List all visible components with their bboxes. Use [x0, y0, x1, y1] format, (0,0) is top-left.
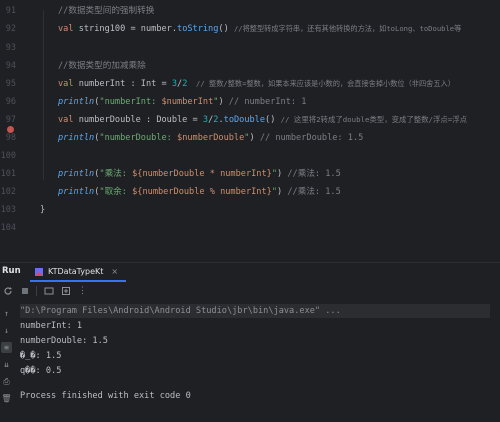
- code-template: $numberDouble: [177, 133, 245, 143]
- run-panel-header: Run KTDataTypeKt ×: [0, 262, 500, 282]
- stop-icon[interactable]: [19, 286, 30, 297]
- code-comment: // numberInt: 1: [228, 97, 307, 107]
- code-line[interactable]: println("乘法: ${numberDouble * numberInt}…: [58, 167, 341, 181]
- close-icon[interactable]: ×: [111, 267, 118, 276]
- print-icon[interactable]: ⎙: [1, 376, 12, 387]
- code-line[interactable]: }: [40, 203, 45, 217]
- run-config-tab[interactable]: KTDataTypeKt ×: [30, 263, 127, 282]
- code-comment: // numberDouble: 1.5: [259, 133, 364, 143]
- down-arrow-icon[interactable]: ↓: [1, 325, 12, 336]
- line-number: 93: [5, 43, 16, 53]
- line-number: 91: [5, 6, 16, 16]
- up-arrow-icon[interactable]: ↑: [1, 308, 12, 319]
- line-number: 102: [0, 187, 16, 197]
- line-number: 97: [5, 115, 16, 125]
- breakpoint-icon[interactable]: [7, 126, 14, 133]
- console-line: q��: 0.5: [20, 366, 62, 376]
- code-text: ): [277, 187, 288, 197]
- rerun-icon[interactable]: [2, 286, 13, 297]
- line-number: 92: [5, 24, 16, 34]
- closing-brace: }: [40, 205, 46, 215]
- line-number: 95: [5, 79, 16, 89]
- code-line[interactable]: val string100 = number.toString() //将整型转…: [58, 22, 461, 36]
- code-function: toString: [177, 24, 219, 34]
- code-template: ${numberDouble % numberInt}: [132, 187, 272, 197]
- code-text: ): [249, 133, 260, 143]
- console-exit-line: Process finished with exit code 0: [20, 391, 191, 401]
- console-line: numberDouble: 1.5: [20, 336, 108, 346]
- console-output[interactable]: "D:\Program Files\Android\Android Studio…: [20, 301, 500, 422]
- run-toolbar: ⋮: [0, 283, 500, 299]
- code-comment: // 这里将2转成了double类型，变成了整数/浮点=浮点: [280, 115, 468, 124]
- line-number: 104: [0, 223, 16, 233]
- code-function: println: [58, 169, 95, 179]
- code-comment: //数据类型间的强制转换: [58, 6, 155, 16]
- soft-wrap-icon[interactable]: ≡: [1, 342, 12, 353]
- code-text: numberInt : Int =: [73, 79, 172, 89]
- line-number: 94: [5, 61, 16, 71]
- code-string: "取余:: [99, 187, 133, 197]
- code-function: println: [58, 97, 95, 107]
- code-function: toDouble: [223, 115, 266, 125]
- toolbar-separator: [36, 286, 37, 296]
- code-comment: //乘法: 1.5: [287, 169, 341, 179]
- code-keyword: val: [58, 79, 74, 89]
- code-template: ${numberDouble * numberInt}: [132, 169, 272, 179]
- code-line[interactable]: println("取余: ${numberDouble % numberInt}…: [58, 185, 341, 199]
- console-command-line: "D:\Program Files\Android\Android Studio…: [20, 304, 490, 318]
- run-panel-title: Run: [2, 266, 21, 276]
- code-keyword: val: [58, 24, 74, 34]
- line-number: 100: [0, 151, 16, 161]
- code-comment: //将整型转成字符串，还有其他转换的方法，如toLong、toDouble等: [233, 24, 462, 33]
- code-line[interactable]: println("numberDouble: $numberDouble") /…: [58, 131, 363, 145]
- indent-guide: [43, 10, 44, 180]
- code-string: "乘法:: [99, 169, 133, 179]
- code-text: (): [265, 115, 281, 125]
- code-comment: //乘法: 1.5: [287, 187, 341, 197]
- code-line[interactable]: println("numberInt: $numberInt") // numb…: [58, 95, 306, 109]
- console-side-toolbar: ↑ ↓ ≡ ⇊ ⎙ 🗑: [0, 300, 14, 422]
- console-line: numberInt: 1: [20, 321, 83, 331]
- code-string: "numberDouble:: [99, 133, 178, 143]
- code-function: println: [58, 133, 95, 143]
- code-line[interactable]: //数据类型的加减乘除: [58, 59, 146, 73]
- code-function: println: [58, 187, 95, 197]
- line-number: 96: [5, 97, 16, 107]
- code-keyword: val: [58, 115, 74, 125]
- code-text: ): [277, 169, 288, 179]
- line-number: 101: [0, 169, 16, 179]
- code-comment: // 整数/整数=整数，如果本来应该是小数的，会直接舍掉小数位（非四舍五入）: [187, 79, 455, 88]
- more-icon[interactable]: ⋮: [77, 286, 88, 297]
- code-text: numberDouble : Double =: [73, 115, 203, 125]
- code-line[interactable]: //数据类型间的强制转换: [58, 4, 154, 18]
- line-number: 103: [0, 205, 16, 215]
- code-editor[interactable]: 91 92 93 94 95 96 97 98 99 100 101 102 1…: [0, 0, 500, 260]
- code-line[interactable]: val numberInt : Int = 3/2 // 整数/整数=整数，如果…: [58, 77, 455, 91]
- code-template: $numberInt: [161, 97, 214, 107]
- code-text: ): [218, 97, 229, 107]
- line-number-gutter[interactable]: 91 92 93 94 95 96 97 98 99 100 101 102 1…: [0, 0, 22, 260]
- scroll-to-end-icon[interactable]: ⇊: [1, 359, 12, 370]
- debug-icon[interactable]: [43, 286, 54, 297]
- code-comment: //数据类型的加减乘除: [58, 61, 146, 71]
- code-text: (): [218, 24, 234, 34]
- delete-icon[interactable]: 🗑: [1, 393, 12, 404]
- kotlin-run-icon: [35, 267, 43, 276]
- run-tab-label: KTDataTypeKt: [48, 267, 104, 276]
- code-line[interactable]: val numberDouble : Double = 3/2.toDouble…: [58, 113, 467, 127]
- screenshot-icon[interactable]: [60, 286, 71, 297]
- console-line: �_�: 1.5: [20, 351, 62, 361]
- code-string: "numberInt:: [99, 97, 162, 107]
- code-text: string100 = number.: [73, 24, 178, 34]
